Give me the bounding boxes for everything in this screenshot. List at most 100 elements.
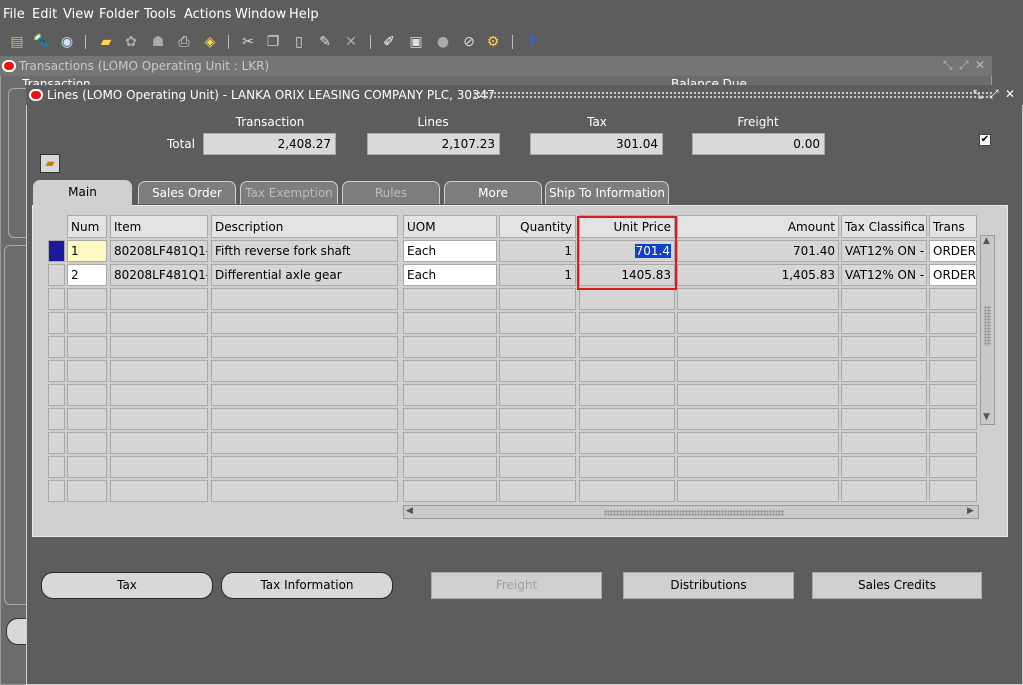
edit-field-icon[interactable]: ✐ [380,33,398,51]
uom-cell[interactable]: Each [403,264,497,286]
close-icon[interactable]: ✕ [975,58,985,72]
row-selector[interactable] [48,456,65,478]
help-icon[interactable]: ? [523,33,541,51]
empty-cell[interactable] [677,408,839,430]
empty-cell[interactable] [677,384,839,406]
find-icon[interactable]: 🔦 [33,33,51,51]
empty-cell[interactable] [67,360,107,382]
empty-cell[interactable] [211,456,398,478]
empty-cell[interactable] [67,456,107,478]
empty-cell[interactable] [499,408,576,430]
empty-cell[interactable] [841,312,927,334]
close-form-icon[interactable]: ◈ [201,33,219,51]
empty-cell[interactable] [403,384,497,406]
empty-cell[interactable] [579,336,675,358]
trans-cell[interactable]: ORDER [929,240,977,262]
menu-actions[interactable]: Actions [184,7,232,22]
empty-cell[interactable] [929,312,977,334]
amount-cell[interactable]: 701.40 [677,240,839,262]
attachments-icon[interactable]: ⊘ [460,33,478,51]
empty-cell[interactable] [677,288,839,310]
row-selector[interactable] [48,264,65,286]
empty-cell[interactable] [841,432,927,454]
row-selector[interactable] [48,288,65,310]
empty-cell[interactable] [211,384,398,406]
empty-cell[interactable] [841,480,927,502]
empty-cell[interactable] [110,288,208,310]
tax-classification-cell[interactable]: VAT12% ON - [841,264,927,286]
cut-icon[interactable]: ✂ [239,33,257,51]
empty-cell[interactable] [579,360,675,382]
empty-cell[interactable] [110,456,208,478]
empty-cell[interactable] [110,408,208,430]
empty-cell[interactable] [677,432,839,454]
tab-more[interactable]: More [444,181,542,204]
folder-tools-icon[interactable]: ⚙ [484,33,502,51]
empty-cell[interactable] [841,456,927,478]
description-cell[interactable]: Fifth reverse fork shaft [211,240,398,262]
empty-cell[interactable] [403,312,497,334]
menu-view[interactable]: View [63,7,94,22]
row-selector[interactable] [48,408,65,430]
tab-tax-exemption[interactable]: Tax Exemption [240,181,338,204]
tab-rules[interactable]: Rules [342,181,440,204]
distributions-button[interactable]: Distributions [623,572,794,599]
empty-cell[interactable] [403,360,497,382]
row-selector[interactable] [48,312,65,334]
menu-tools[interactable]: Tools [144,7,176,22]
scroll-right-icon[interactable]: ▶ [967,506,974,516]
scroll-up-icon[interactable]: ▲ [983,236,990,246]
copy-icon[interactable]: ❐ [264,33,282,51]
empty-cell[interactable] [110,312,208,334]
empty-cell[interactable] [929,480,977,502]
tax-button[interactable]: Tax [41,572,213,599]
empty-cell[interactable] [403,408,497,430]
clear-record-icon[interactable]: ✎ [316,33,334,51]
trans-cell[interactable]: ORDER [929,264,977,286]
empty-cell[interactable] [677,456,839,478]
tab-ship-to-information[interactable]: Ship To Information [545,181,669,204]
empty-cell[interactable] [211,336,398,358]
row-selector[interactable] [48,480,65,502]
empty-cell[interactable] [403,336,497,358]
empty-cell[interactable] [67,336,107,358]
empty-cell[interactable] [499,312,576,334]
row-selector[interactable] [48,360,65,382]
empty-cell[interactable] [929,360,977,382]
empty-cell[interactable] [211,408,398,430]
tab-sales-order[interactable]: Sales Order [138,181,236,204]
quantity-cell[interactable]: 1 [499,240,576,262]
empty-cell[interactable] [211,480,398,502]
menu-folder[interactable]: Folder [99,7,139,22]
empty-cell[interactable] [677,360,839,382]
empty-cell[interactable] [841,408,927,430]
empty-cell[interactable] [67,384,107,406]
menu-edit[interactable]: Edit [32,7,57,22]
row-selector[interactable] [48,432,65,454]
tax-classification-cell[interactable]: VAT12% ON - [841,240,927,262]
scroll-down-icon[interactable]: ▼ [983,412,990,422]
item-cell[interactable]: 80208LF481Q1-1 [110,240,208,262]
navigator-icon[interactable]: ◉ [58,33,76,51]
minimize-icon[interactable]: ⤡ [943,58,953,73]
empty-cell[interactable] [579,288,675,310]
scroll-left-icon[interactable]: ◀ [406,506,413,516]
tax-information-button[interactable]: Tax Information [221,572,393,599]
empty-cell[interactable] [929,456,977,478]
empty-cell[interactable] [929,288,977,310]
empty-cell[interactable] [929,336,977,358]
empty-cell[interactable] [499,456,576,478]
empty-cell[interactable] [211,432,398,454]
bg-button-edge[interactable] [6,618,26,645]
print-icon[interactable]: ⎙ [175,33,193,51]
empty-cell[interactable] [211,312,398,334]
num-cell[interactable]: 2 [67,264,107,286]
zoom-icon[interactable]: ▣ [407,33,425,51]
tax-total-field[interactable]: 301.04 [530,133,663,155]
paste-icon[interactable]: ▯ [290,33,308,51]
empty-cell[interactable] [110,360,208,382]
totals-checkbox[interactable]: ✔ [979,134,991,146]
menu-file[interactable]: File [3,7,25,22]
empty-cell[interactable] [677,336,839,358]
empty-cell[interactable] [579,456,675,478]
